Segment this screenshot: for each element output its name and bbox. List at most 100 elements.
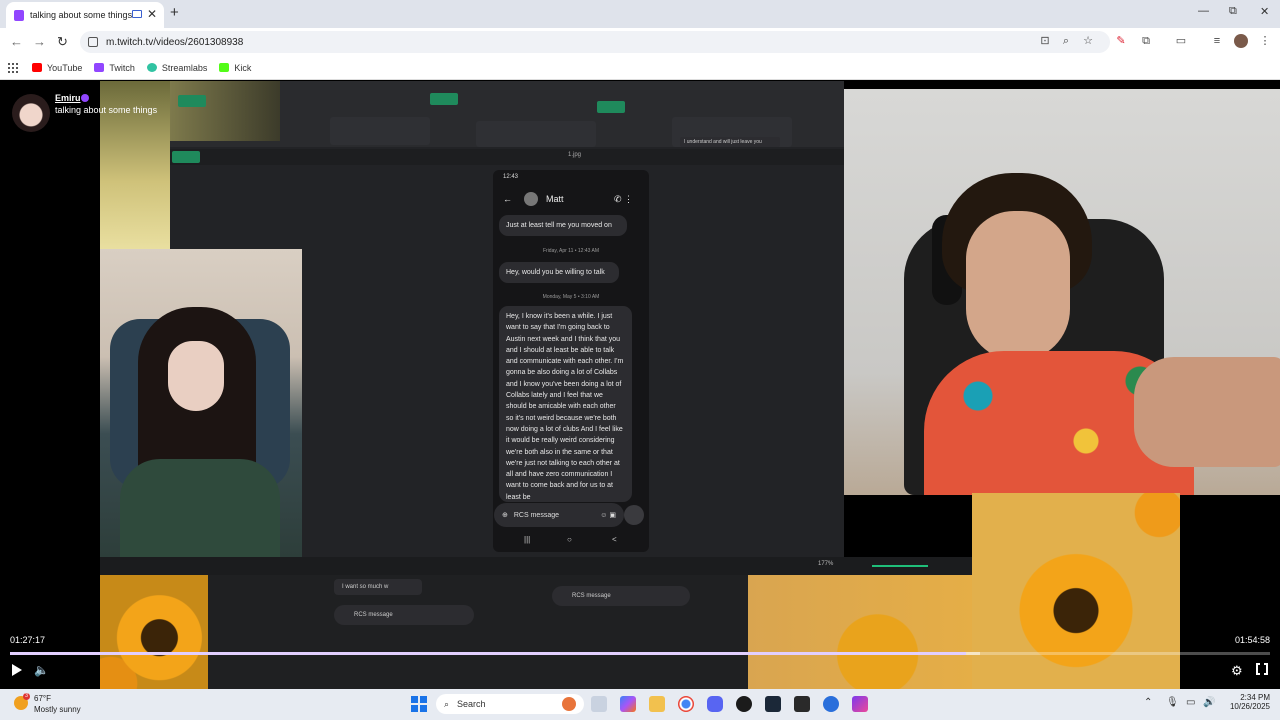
bookmark-label: Streamlabs [161,62,208,73]
obs-icon[interactable] [736,696,752,712]
media-control-icon[interactable]: ≡ [1211,35,1223,47]
microphone-icon[interactable]: 🎙 [1166,697,1179,708]
streamlabs-icon [146,63,157,72]
discord-icon[interactable] [707,696,723,712]
app-icon[interactable] [852,696,868,712]
date-separator: Monday, May 5 • 3:10 AM [542,294,600,300]
new-tab-button[interactable]: + [170,4,179,21]
reactor-facecam [844,89,1280,495]
file-explorer-icon[interactable] [649,696,665,712]
url-bar[interactable]: m.twitch.tv/videos/2601308938 [80,31,1110,53]
epic-games-icon[interactable] [794,696,810,712]
extensions-puzzle-icon[interactable]: ⧉ [1140,35,1152,47]
apps-grid-icon[interactable] [8,62,18,73]
reload-button[interactable]: ↻ [57,34,68,50]
date-separator: Friday, Apr 11 • 12:43 AM [542,248,600,254]
weather-condition[interactable]: Mostly sunny [34,705,81,714]
bookmark-label: YouTube [47,62,83,73]
editor-edit-button [172,151,200,163]
fullscreen-icon[interactable] [1256,662,1268,676]
twitch-favicon-icon [14,9,24,21]
bookmark-twitch[interactable]: Twitch [94,63,135,73]
clock-date: 10/26/2025 [1229,702,1270,711]
zoom-icon[interactable]: ⌕ [1060,35,1072,47]
contact-avatar [524,192,538,206]
ghost-phone-header [330,117,430,145]
volume-icon[interactable]: 🔈 [34,663,49,677]
bookmark-youtube[interactable]: YouTube [32,63,82,73]
mini-composer: RCS message [552,586,690,606]
bookmark-label: Twitch [109,62,135,73]
conversation-header: ← Matt ✆ ⋮ [503,190,643,208]
forward-button[interactable]: → [33,34,46,49]
play-icon[interactable] [12,664,22,676]
message-bubble: Just at least tell me you moved on [499,215,627,237]
video-player[interactable]: 1.jpg 12:43 ← Matt ✆ ⋮ Just at least tel… [0,81,1280,689]
minimize-button[interactable]: — [1198,5,1209,17]
search-highlight-icon [562,697,576,711]
maximize-button[interactable]: ⧉ [1229,5,1237,18]
install-app-icon[interactable]: ⊡ [1039,35,1051,47]
bookmark-streamlabs[interactable]: Streamlabs [146,62,208,73]
bookmark-kick[interactable]: Kick [219,63,251,73]
add-icon: ⊕ [502,512,508,519]
zoom-slider [872,565,928,567]
task-view-icon[interactable] [591,696,607,712]
taskbar-search[interactable]: ⌕ Search [436,694,584,714]
twitch-icon [94,63,105,72]
copilot-icon[interactable] [620,696,636,712]
app-icon[interactable] [823,696,839,712]
face [168,341,224,411]
tab-close-icon[interactable]: ✕ [147,7,157,21]
address-bar-row: ← → ↻ m.twitch.tv/videos/2601308938 ⊡ ⌕ … [0,28,1280,56]
bookmarks-bar: YouTube Twitch Streamlabs Kick [0,56,1280,80]
seek-bar[interactable] [10,652,1270,655]
youtube-icon [32,63,42,72]
system-clock[interactable]: 2:34 PM 10/26/2025 [1226,693,1270,711]
weather-badge: 3 [23,693,30,700]
hand [1134,357,1280,467]
steam-icon[interactable] [765,696,781,712]
close-window-button[interactable]: ✕ [1260,5,1269,18]
browser-tab[interactable]: talking about some things ✕ [6,2,164,28]
tab-audio-icon[interactable] [132,10,142,18]
menu-kebab-icon[interactable]: ⋮ [1259,35,1271,47]
editor-file-name: 1.jpg [568,152,582,158]
rcs-message-field: ⊕ RCS message ☺ ▣ [494,503,624,527]
wallpaper-sky-strip [170,81,280,141]
settings-gear-icon[interactable]: ⚙ [1231,663,1243,679]
sweater [120,459,280,557]
back-arrow-icon: ← [503,194,512,204]
profile-avatar[interactable] [1234,34,1248,48]
clock-time: 2:34 PM [1240,693,1270,702]
phone-screenshot: 12:43 ← Matt ✆ ⋮ Just at least tell me y… [493,170,649,552]
channel-name[interactable]: Emiru [55,93,81,103]
url-text: m.twitch.tv/videos/2601308938 [106,36,244,48]
message-bubble: Hey, I know it's been a while. I just wa… [499,306,632,502]
buffered-bar [10,652,981,655]
start-button[interactable] [411,696,427,712]
channel-avatar[interactable] [12,94,50,132]
kick-icon [219,63,230,72]
extension-icon[interactable]: ✎ [1115,35,1127,47]
elapsed-time: 01:27:17 [10,635,46,645]
call-icon: ✆ ⋮ [613,193,633,204]
tab-bar: talking about some things ✕ + — ⧉ ✕ [0,0,1280,28]
bookmark-star-icon[interactable]: ☆ [1082,35,1094,47]
weather-temperature[interactable]: 67°F [34,694,51,703]
cast-icon[interactable]: ▭ [1175,35,1187,47]
sunflower-wallpaper [100,575,208,689]
speaker-icon[interactable]: 🔊 [1203,697,1215,708]
back-button[interactable]: ← [10,34,23,49]
emoji-icon: ☺ ▣ [600,512,616,519]
editor-edit-button [178,95,206,107]
stream-title: talking about some things [55,105,158,115]
search-label: Search [457,699,486,709]
site-info-icon[interactable] [88,37,98,47]
chrome-icon[interactable] [678,696,694,712]
composer-placeholder: RCS message [513,511,560,519]
network-icon[interactable]: ▭ [1186,697,1195,708]
tray-overflow-icon[interactable]: ⌃ [1144,697,1152,708]
editor-edit-button [430,93,458,105]
sunflower-wallpaper [972,493,1180,689]
